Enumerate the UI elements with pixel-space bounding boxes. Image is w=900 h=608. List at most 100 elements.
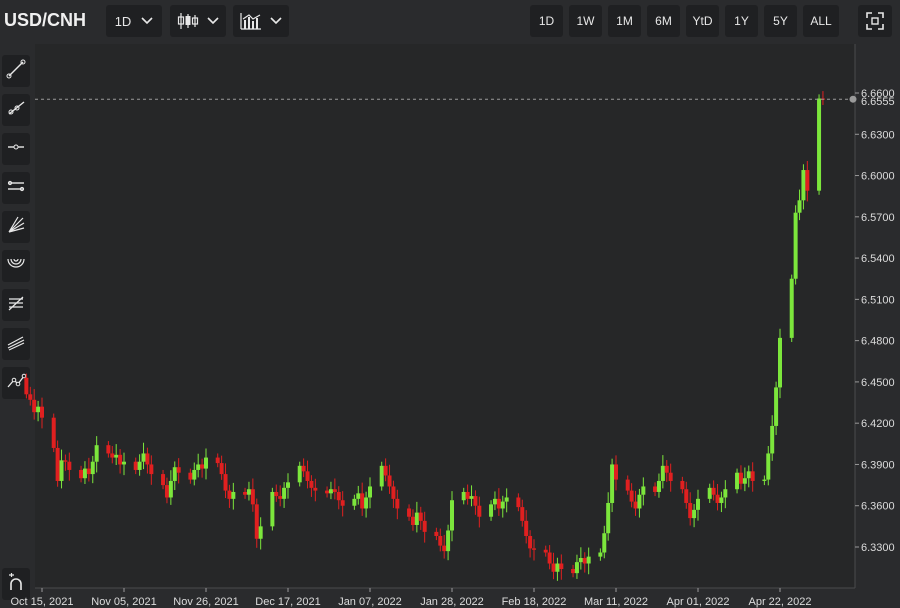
range-1d-button[interactable]: 1D: [530, 5, 563, 37]
candle: [313, 478, 318, 502]
candle: [598, 548, 603, 561]
candle: [94, 436, 99, 473]
candle: [500, 495, 505, 518]
candle: [360, 482, 365, 516]
candle: [750, 462, 755, 492]
candle: [387, 464, 392, 494]
range-6m-button[interactable]: 6M: [647, 5, 680, 37]
candle: [368, 477, 372, 509]
candle: [524, 510, 529, 544]
candle: [653, 482, 658, 497]
candle: [55, 440, 60, 487]
candle-body: [492, 498, 497, 505]
candle-body: [161, 474, 166, 486]
candle-body: [356, 493, 361, 499]
candle-body: [114, 454, 119, 458]
candle: [770, 415, 775, 461]
range-1m-button[interactable]: 1M: [608, 5, 641, 37]
indicators-dropdown[interactable]: [233, 5, 289, 37]
candle-body: [59, 460, 64, 481]
range-ytd-button[interactable]: YtD: [686, 5, 719, 37]
toolbar: USD/CNH 1D 1D 1W 1M 6M YtD 1Y 5Y ALL: [0, 0, 900, 44]
chart-area: 6.6600 6.6300 6.6000 6.5700 6.5400 6.5100 6.48…: [0, 0, 900, 608]
range-all-button[interactable]: ALL: [803, 5, 839, 37]
candle: [196, 453, 201, 478]
price-chart[interactable]: 6.6600 6.6300 6.6000 6.5700 6.5400 6.5100 6.48…: [0, 0, 900, 608]
candle: [340, 491, 345, 517]
candle-body: [574, 562, 579, 574]
fullscreen-button[interactable]: [858, 5, 892, 37]
path-icon: [6, 371, 27, 396]
range-1y-button[interactable]: 1Y: [725, 5, 758, 37]
path-tool[interactable]: [2, 367, 30, 399]
candle: [789, 274, 794, 343]
candle: [383, 458, 388, 482]
horizontal-line-tool[interactable]: [2, 133, 30, 165]
candle-body: [719, 497, 724, 503]
pitchfork-tool[interactable]: [2, 328, 30, 360]
interval-dropdown[interactable]: 1D: [106, 5, 162, 37]
chevron-down-icon: [270, 17, 282, 25]
trend-line-tool[interactable]: [2, 55, 30, 87]
candle-body: [660, 465, 665, 481]
candle: [766, 446, 771, 486]
candle: [465, 484, 470, 505]
candle: [516, 493, 521, 512]
candle-body: [434, 531, 439, 536]
candle: [450, 491, 454, 542]
candle-body: [606, 502, 611, 534]
magnet-tool[interactable]: [2, 568, 30, 600]
candle: [258, 517, 263, 550]
x-tick-label: Nov 05, 2021: [91, 596, 156, 608]
candle-body: [410, 516, 415, 525]
candle: [735, 468, 740, 494]
y-tick-label: 6.5700: [861, 212, 895, 224]
candle-body: [778, 337, 782, 388]
candle-body: [711, 487, 716, 495]
candle-body: [172, 467, 177, 481]
candle-body: [738, 472, 743, 484]
candle: [168, 470, 173, 505]
candle: [352, 494, 357, 510]
candle: [379, 461, 384, 491]
candle: [282, 482, 287, 508]
candle-body: [246, 489, 251, 495]
candle-body: [164, 485, 169, 498]
candle-body: [231, 491, 236, 499]
candle: [418, 506, 423, 530]
fib-retracement-tool[interactable]: [2, 289, 30, 321]
candle-body: [63, 460, 68, 462]
candle-body: [684, 489, 689, 503]
fib-fan-tool[interactable]: [2, 211, 30, 243]
candle: [446, 524, 451, 561]
candle-body: [766, 453, 771, 480]
y-tick-label: 6.3600: [861, 501, 895, 513]
fib-arc-tool[interactable]: [2, 250, 30, 282]
ray-icon: [6, 98, 26, 123]
parallel-channel-tool[interactable]: [2, 172, 30, 204]
candle-body: [797, 200, 802, 213]
candle-body: [762, 479, 767, 481]
candle-body: [774, 387, 779, 426]
candle-body: [118, 454, 123, 465]
candle-body: [254, 504, 259, 539]
range-1w-button[interactable]: 1W: [569, 5, 602, 37]
candle-body: [559, 563, 564, 570]
candle-body: [176, 467, 181, 473]
indicators-icon: [240, 12, 262, 30]
candle: [309, 475, 314, 497]
candle: [574, 554, 579, 579]
ray-tool[interactable]: [2, 94, 30, 126]
parallel-channel-icon: [6, 176, 26, 201]
chart-type-dropdown[interactable]: [170, 5, 226, 37]
candle: [520, 499, 525, 527]
candle: [664, 460, 669, 482]
candle-body: [328, 489, 333, 494]
candle: [364, 491, 369, 518]
range-5y-button[interactable]: 5Y: [764, 5, 797, 37]
candle-body: [696, 498, 700, 510]
candle: [176, 458, 181, 484]
candle: [137, 454, 142, 476]
candle: [200, 458, 205, 478]
candle: [204, 448, 208, 480]
